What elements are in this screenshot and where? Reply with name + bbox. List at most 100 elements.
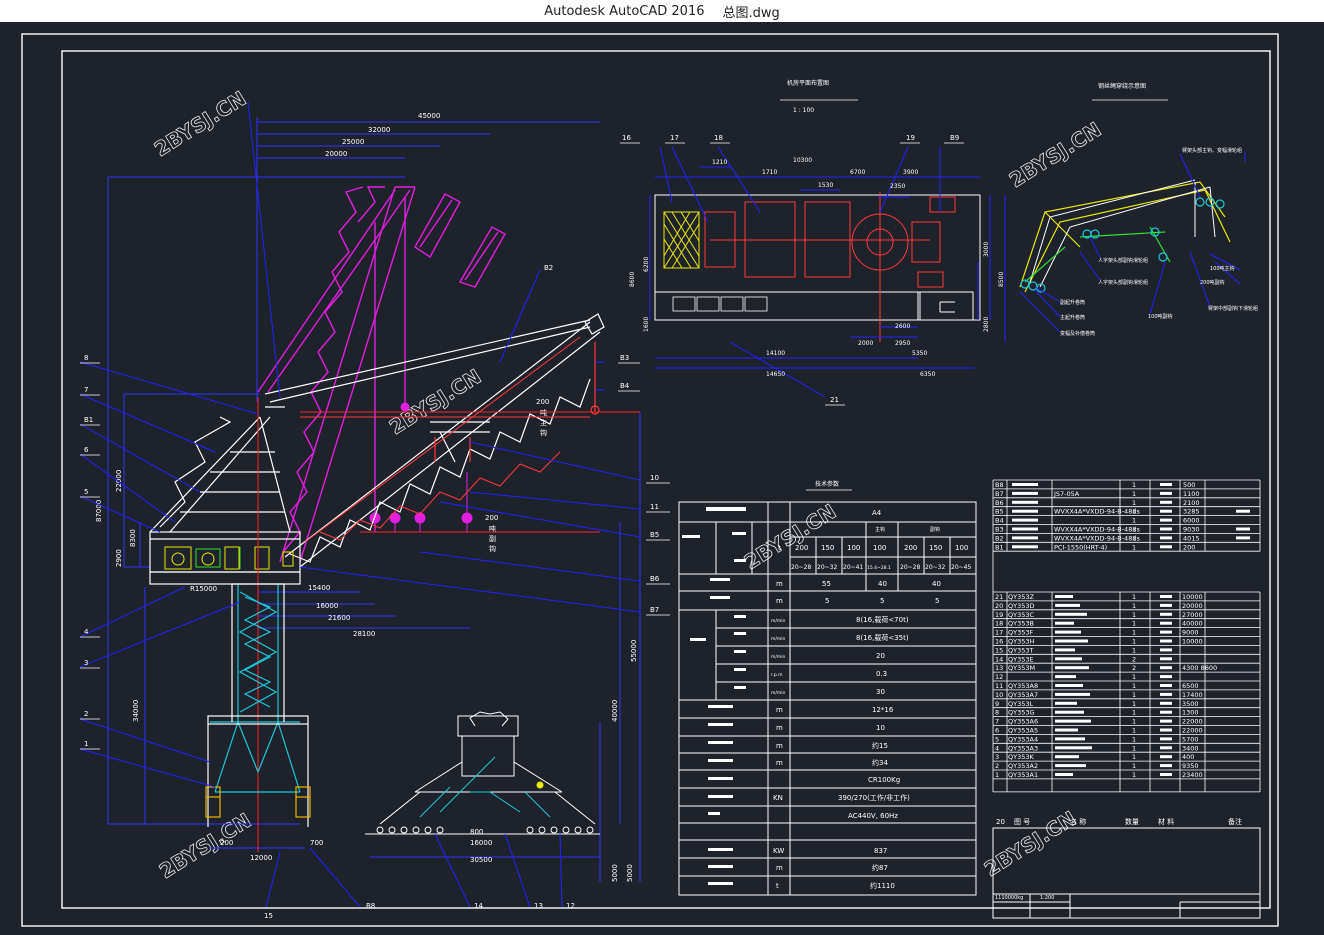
parts-row-qty: 1 <box>1132 517 1136 525</box>
callout-label: 10 <box>650 474 659 482</box>
dim-text: 45000 <box>418 112 440 120</box>
tech-load: 100 <box>873 544 886 552</box>
parts-row-code: QY353A8 <box>1008 682 1038 690</box>
parts-row-qty: 1 <box>1132 744 1136 752</box>
tech-radius: 15.4~28.1 <box>867 565 891 571</box>
tech-depth: 5 <box>825 597 829 605</box>
dim-text: 2900 <box>115 549 123 567</box>
plan-dim: 2350 <box>890 183 905 190</box>
parts-row-id: B2 <box>995 534 1004 542</box>
rope-label: 变幅及补偿卷筒 <box>1060 330 1095 337</box>
parts-row-weight: 3400 <box>1182 744 1199 752</box>
parts-row-qty: 1 <box>1132 534 1136 542</box>
redacted-block <box>1012 518 1038 522</box>
parts-row-weight: 23400 <box>1182 771 1203 779</box>
tech-lift: 40 <box>878 580 887 588</box>
redacted-block <box>1160 675 1172 679</box>
parts-row-id: B1 <box>995 543 1004 551</box>
parts-row-code: QY353A5 <box>1008 727 1038 735</box>
rope-label: 副起升卷筒 <box>1060 299 1085 306</box>
drawing-svg[interactable]: 2BYSJ.CN 2BYSJ.CN 2BYSJ.CN 2BYSJ.CN 2BYS… <box>0 22 1324 931</box>
parts-row-qty: 1 <box>1132 727 1136 735</box>
parts-row-qty: 1 <box>1132 718 1136 726</box>
parts-row-weight: 1100 <box>1183 490 1200 498</box>
watermark: 2BYSJ.CN <box>150 86 250 161</box>
plan-dim: 6200 <box>643 257 650 272</box>
parts-row-qty: 1 <box>1132 543 1136 551</box>
parts-row-qty: 1 <box>1132 602 1136 610</box>
plan-dim: 5350 <box>912 350 927 357</box>
parts-row-qty: 1 <box>1132 638 1136 646</box>
callout-label: 4 <box>84 628 89 636</box>
parts-row-qty: 1 <box>1132 593 1136 601</box>
parts-row-qty: 1 <box>1132 481 1136 489</box>
callout-label: 17 <box>670 134 679 142</box>
parts-row-qty: 1 <box>1132 620 1136 628</box>
tech-load: 150 <box>821 544 834 552</box>
parts-row-id: B4 <box>995 517 1004 525</box>
redacted-block <box>1160 536 1172 540</box>
inner-frame <box>61 50 1271 909</box>
parts-row-qty: 1 <box>1132 611 1136 619</box>
redacted-block <box>1160 764 1172 768</box>
redacted-block <box>1055 648 1075 652</box>
plan-scale: 1 : 100 <box>793 107 814 114</box>
hook-label: 副 <box>489 534 496 543</box>
redacted-block <box>1160 483 1172 486</box>
redacted-block <box>1160 773 1172 776</box>
redacted-block <box>1055 612 1087 616</box>
parts-row-weight: 500 <box>1183 481 1195 489</box>
redacted-block <box>1160 639 1172 643</box>
parts-row-code: PCI-1550(HRT-4) <box>1054 543 1107 551</box>
plan-dim: 3000 <box>983 242 990 257</box>
parts-row-weight: 10000 <box>1182 638 1203 646</box>
parts-row-id: 10 <box>995 691 1003 699</box>
redacted-block <box>1055 773 1073 776</box>
dim-text: 12000 <box>250 854 272 862</box>
callout-label: 6 <box>84 446 89 454</box>
dim-text: 16000 <box>316 602 338 610</box>
redacted-block <box>1160 737 1172 741</box>
parts-row-qty: 2 <box>1132 664 1136 672</box>
parts-row-code: QY353A7 <box>1008 691 1038 699</box>
redacted-block <box>1160 692 1172 696</box>
parts-row-code: QY353A1 <box>1008 771 1038 779</box>
plan-dim: 14100 <box>766 350 785 357</box>
parts-row-code: QY353A4 <box>1008 735 1038 743</box>
parts-row-id: 6 <box>995 727 999 735</box>
plan-title: 机房平面布置图 <box>787 79 829 87</box>
plan-dim: 2000 <box>858 340 873 347</box>
redacted-block <box>1055 728 1078 732</box>
parts-row-id: 11 <box>995 682 1003 690</box>
parts-row-code: WVXX4A*VXDD-94-B-48ds <box>1054 508 1140 516</box>
dim-text: 5000 <box>626 864 634 882</box>
redacted-block <box>1012 509 1038 513</box>
parts-row-weight: 27000 <box>1182 611 1203 619</box>
parts-row-id: B3 <box>995 526 1004 534</box>
rope-label: 臂架头部主钩、变幅滑轮组 <box>1182 147 1242 154</box>
drawing-canvas[interactable]: 2BYSJ.CN 2BYSJ.CN 2BYSJ.CN 2BYSJ.CN 2BYS… <box>0 22 1324 931</box>
redacted-block <box>1160 648 1172 652</box>
parts-row-code: QY353D <box>1008 602 1035 610</box>
parts-row-code: QY353E <box>1008 655 1034 663</box>
dim-text: 32000 <box>368 126 390 134</box>
callout-label: 15 <box>264 912 273 920</box>
callout-label: 2 <box>84 710 88 718</box>
parts-row-code: QY353Z <box>1008 593 1034 601</box>
tech-title: 技术参数 <box>815 480 839 488</box>
tech-value: 390/270(工作/非工作) <box>838 793 910 802</box>
parts-row-code: QY353A2 <box>1008 762 1038 770</box>
redacted-block <box>1055 746 1092 750</box>
parts-row-code: WVXX4A*VXDD-94-B-48ds <box>1054 534 1140 542</box>
tech-unit: KW <box>773 847 784 855</box>
parts-row-weight: 40000 <box>1182 620 1203 628</box>
dim-text: 25000 <box>342 138 364 146</box>
parts-row-qty: 1 <box>1132 682 1136 690</box>
parts-row-code: QY353K <box>1008 753 1034 761</box>
hook-label: 200 <box>536 398 549 406</box>
redacted-block <box>1055 710 1084 714</box>
tech-unit: m/min <box>771 654 786 660</box>
callout-label: 12 <box>566 902 575 910</box>
parts-row-id: B5 <box>995 508 1004 516</box>
redacted-block <box>1160 491 1172 495</box>
